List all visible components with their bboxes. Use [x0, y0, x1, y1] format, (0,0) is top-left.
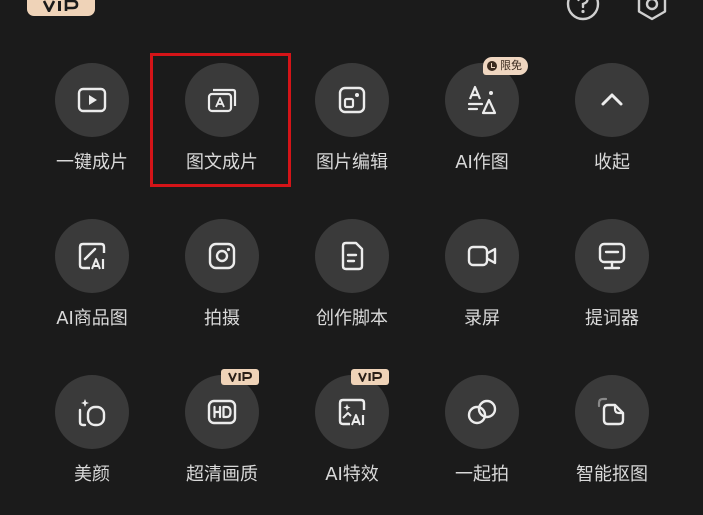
chevron-up-icon	[601, 93, 623, 106]
tile-label: 超清画质	[186, 464, 258, 485]
tile-ai-product[interactable]: AI商品图	[37, 219, 147, 359]
tile-icon-circle	[55, 63, 129, 137]
tile-label: 拍摄	[204, 308, 240, 329]
ai-draw-icon	[467, 85, 497, 115]
clock-icon	[487, 61, 497, 71]
tile-label: AI特效	[325, 464, 379, 485]
cutout-icon	[597, 397, 625, 426]
tile-label: AI商品图	[56, 308, 128, 329]
duet-icon	[467, 399, 497, 425]
tile-screen-record[interactable]: 录屏	[427, 219, 537, 359]
tile-icon-circle	[315, 219, 389, 293]
vip-badge	[228, 372, 252, 382]
tile-ai-effect[interactable]: AI特效	[297, 369, 407, 515]
vip-tag	[351, 369, 389, 385]
tile-label: 美颜	[74, 464, 110, 485]
tile-label: 提词器	[585, 308, 639, 329]
tile-label: 收起	[594, 152, 630, 173]
image-edit-icon	[338, 86, 366, 114]
tile-label: 录屏	[464, 308, 500, 329]
tile-image-edit[interactable]: 图片编辑	[297, 63, 407, 203]
tile-icon-circle	[575, 219, 649, 293]
tile-collapse[interactable]: 收起	[557, 63, 667, 203]
camera-icon	[208, 242, 236, 270]
script-icon	[341, 241, 364, 271]
tile-icon-circle	[55, 375, 129, 449]
tile-camera[interactable]: 拍摄	[167, 219, 277, 359]
vip-badge	[358, 372, 382, 382]
tag-text: 限免	[500, 59, 522, 72]
tile-icon-circle	[575, 63, 649, 137]
teleprompter-icon	[598, 242, 626, 270]
tile-icon-circle	[185, 375, 259, 449]
settings-icon[interactable]	[634, 0, 670, 22]
vip-badge-icon[interactable]	[27, 0, 95, 16]
tile-beauty[interactable]: 美颜	[37, 375, 147, 515]
help-circle-icon[interactable]	[565, 0, 601, 22]
tile-duet[interactable]: 一起拍	[427, 375, 537, 515]
tile-label: 图片编辑	[316, 152, 388, 173]
screen-record-icon	[467, 245, 497, 267]
tile-icon-circle	[55, 219, 129, 293]
ai-effect-icon	[338, 398, 366, 426]
beauty-icon	[78, 399, 106, 427]
tile-label: 创作脚本	[316, 308, 388, 329]
tile-icon-circle	[575, 375, 649, 449]
vip-tag	[221, 369, 259, 385]
top-bar	[0, 0, 703, 24]
highlight-box	[150, 53, 291, 187]
tile-script[interactable]: 创作脚本	[297, 219, 407, 359]
play-square-icon	[77, 87, 107, 113]
tile-label: 一键成片	[56, 152, 128, 173]
tile-label: AI作图	[455, 152, 509, 173]
tile-icon-circle	[445, 219, 519, 293]
tile-label: 智能抠图	[576, 464, 648, 485]
tile-icon-circle	[445, 375, 519, 449]
tile-ai-draw[interactable]: 限免 AI作图	[427, 57, 537, 203]
ai-product-icon	[78, 242, 106, 270]
tile-teleprompter[interactable]: 提词器	[557, 219, 667, 359]
tile-hd-quality[interactable]: 超清画质	[167, 369, 277, 515]
tile-smart-cutout[interactable]: 智能抠图	[557, 375, 667, 515]
tile-one-click-video[interactable]: 一键成片	[37, 63, 147, 203]
tile-icon-circle	[315, 63, 389, 137]
limited-free-tag: 限免	[483, 57, 528, 75]
hd-icon	[207, 399, 237, 425]
tile-label: 一起拍	[455, 464, 509, 485]
tile-icon-circle	[315, 375, 389, 449]
tile-icon-circle	[185, 219, 259, 293]
